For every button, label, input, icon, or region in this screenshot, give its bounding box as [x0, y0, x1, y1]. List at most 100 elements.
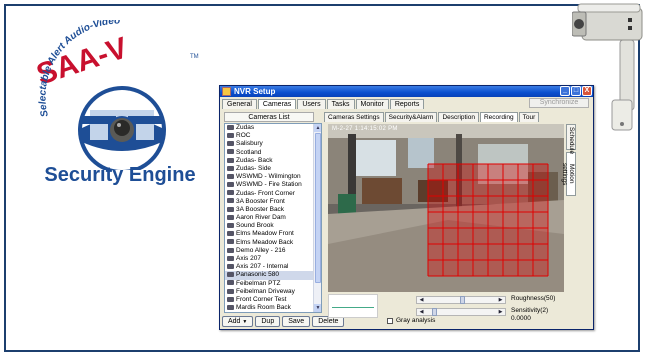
- camera-name: Axis 207 - Internal: [236, 263, 289, 271]
- camera-name: Scotland: [236, 148, 262, 156]
- tab-recording[interactable]: Recording: [479, 112, 518, 122]
- camera-list-item[interactable]: Scotland: [225, 149, 321, 157]
- camera-list-item[interactable]: Aaron River Dam: [225, 214, 321, 222]
- scroll-thumb[interactable]: [315, 133, 321, 283]
- motion-preview-graph: [328, 294, 378, 318]
- camera-list-item[interactable]: 3A Booster Back: [225, 206, 321, 214]
- tab-users[interactable]: Users: [297, 99, 326, 109]
- camera-name: ROC: [236, 132, 251, 140]
- camera-list-item[interactable]: Front Corner Test: [225, 296, 321, 304]
- window-titlebar: NVR Setup _ □ X: [220, 86, 593, 97]
- camera-icon: [227, 255, 234, 261]
- camera-list-item[interactable]: Zudas- Back: [225, 157, 321, 165]
- camera-list-item[interactable]: Zudas- Front Corner: [225, 190, 321, 198]
- camera-icon: [227, 124, 234, 130]
- roughness-label: Roughness(50): [511, 295, 556, 302]
- camera-name: Aaron River Dam: [236, 214, 286, 222]
- camera-icon: [227, 173, 234, 179]
- camera-icon: [227, 272, 234, 278]
- cameras-list-scrollbar[interactable]: ▲ ▼: [313, 124, 321, 312]
- minimize-button[interactable]: _: [560, 86, 570, 96]
- gray-analysis-checkbox[interactable]: [387, 318, 393, 324]
- camera-name: Panasonic 580: [236, 271, 280, 279]
- sensitivity-label: Sensitivity(2): [511, 307, 549, 314]
- camera-name: Zudas- Side: [236, 164, 272, 172]
- side-tabs: Schedule Motion settings: [561, 124, 576, 198]
- tab-general[interactable]: General: [222, 99, 257, 109]
- window-title: NVR Setup: [234, 87, 276, 96]
- dropdown-arrow-icon[interactable]: ▼: [242, 319, 247, 325]
- scroll-up-arrow-icon[interactable]: ▲: [314, 124, 321, 132]
- camera-list-item[interactable]: Axis 207: [225, 255, 321, 263]
- camera-list-item[interactable]: Feibelman PTZ: [225, 280, 321, 288]
- camera-list-item[interactable]: Feibelman Driveway: [225, 288, 321, 296]
- camera-name: Zudas- Back: [236, 156, 273, 164]
- camera-list-item[interactable]: Salisbury: [225, 140, 321, 148]
- gray-analysis-label: Gray analysis: [396, 317, 436, 324]
- cameras-list[interactable]: Zudas ROC Salisbury Scotland Zudas- Back Zuda…: [224, 123, 322, 313]
- slider-left-arrow-icon[interactable]: ◀: [418, 309, 425, 315]
- dup-button[interactable]: Dup: [255, 316, 281, 327]
- camera-icon: [227, 231, 234, 237]
- camera-name: Elms Meadow Back: [236, 238, 294, 246]
- camera-list-item[interactable]: Zudas: [225, 124, 321, 132]
- camera-actions: Add ▼ Dup Save Delete: [222, 316, 345, 327]
- tab-cameras-settings[interactable]: Cameras Settings: [324, 112, 384, 122]
- camera-list-item[interactable]: WSWMD - Wilmington: [225, 173, 321, 181]
- camera-name: Zudas: [236, 124, 255, 131]
- roughness-slider[interactable]: ◀ ▶: [416, 296, 506, 304]
- camera-name: Front Corner Test: [236, 295, 287, 303]
- roughness-slider-thumb[interactable]: [459, 296, 465, 304]
- camera-list-item[interactable]: Mardis Room Back: [225, 304, 321, 312]
- camera-name: Mardis Room Back: [236, 304, 291, 312]
- tab-reports[interactable]: Reports: [389, 99, 425, 109]
- synchronize-button[interactable]: Synchronize: [529, 98, 589, 108]
- camera-list-item[interactable]: Demo Alley - 216: [225, 247, 321, 255]
- nvr-setup-window: NVR Setup _ □ X General Cameras Users Ta…: [219, 85, 594, 330]
- tab-description[interactable]: Description: [438, 112, 479, 122]
- maximize-button[interactable]: □: [571, 86, 581, 96]
- sensitivity-value: 0.0000: [511, 315, 531, 322]
- add-button[interactable]: Add ▼: [222, 316, 254, 327]
- sensitivity-slider-thumb[interactable]: [431, 308, 437, 316]
- camera-icon: [227, 132, 234, 138]
- camera-icon: [227, 206, 234, 212]
- tab-motion-settings[interactable]: Motion settings: [561, 152, 576, 196]
- camera-list-item[interactable]: WSWMD - Fire Station: [225, 181, 321, 189]
- camera-list-item[interactable]: Zudas- Side: [225, 165, 321, 173]
- save-button[interactable]: Save: [282, 316, 311, 327]
- logo-tagline: Security Engine: [44, 164, 196, 186]
- slider-right-arrow-icon[interactable]: ▶: [497, 309, 504, 315]
- camera-list-item[interactable]: 3A Booster Front: [225, 198, 321, 206]
- camera-name: Elms Meadow Front: [236, 230, 294, 238]
- slider-right-arrow-icon[interactable]: ▶: [497, 297, 504, 303]
- tab-tour[interactable]: Tour: [518, 112, 540, 122]
- camera-list-item[interactable]: Panasonic 580: [225, 271, 321, 280]
- camera-icon: [227, 214, 234, 220]
- tab-tasks[interactable]: Tasks: [326, 99, 355, 109]
- logo-tm: TM: [190, 54, 199, 60]
- close-button[interactable]: X: [582, 86, 592, 96]
- camera-icon: [227, 239, 234, 245]
- camera-video-feed[interactable]: M-2-27 1:14:15:02 PM: [328, 124, 564, 292]
- camera-name: Zudas- Front Corner: [236, 189, 295, 197]
- cameras-list-label: Cameras List: [224, 112, 314, 122]
- camera-list-item[interactable]: Elms Meadow Back: [225, 239, 321, 247]
- tab-security-alarm[interactable]: Security&Alarm: [384, 112, 438, 122]
- camera-icon: [227, 141, 234, 147]
- camera-name: 3A Booster Front: [236, 197, 285, 205]
- camera-name: Feibelman PTZ: [236, 279, 281, 287]
- sensitivity-slider[interactable]: ◀ ▶: [416, 308, 506, 316]
- camera-list-item[interactable]: Elms Meadow Front: [225, 230, 321, 238]
- scroll-down-arrow-icon[interactable]: ▼: [314, 304, 321, 312]
- camera-list-item[interactable]: Sound Brook: [225, 222, 321, 230]
- slider-left-arrow-icon[interactable]: ◀: [418, 297, 425, 303]
- camera-name: 3A Booster Back: [236, 205, 285, 213]
- camera-name: WSWMD - Fire Station: [236, 181, 302, 189]
- tab-monitor[interactable]: Monitor: [355, 99, 389, 109]
- tab-cameras[interactable]: Cameras: [257, 99, 297, 109]
- tab-schedule[interactable]: Schedule: [566, 124, 576, 154]
- camera-list-item[interactable]: ROC: [225, 132, 321, 140]
- camera-list-item[interactable]: Axis 207 - Internal: [225, 263, 321, 271]
- motion-detection-grid[interactable]: [328, 124, 564, 292]
